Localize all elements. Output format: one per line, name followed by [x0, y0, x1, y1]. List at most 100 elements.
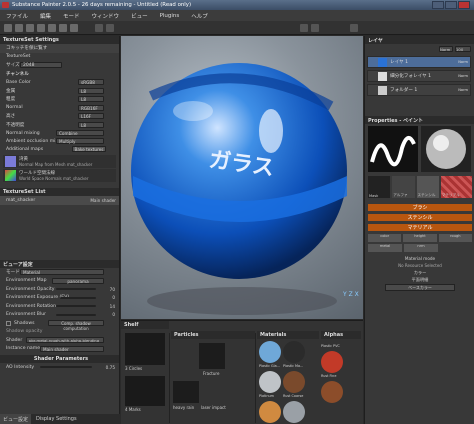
additional-map-item[interactable]: ワールド空間法線 World Space Normals mat_shacker [3, 169, 116, 182]
shadows-checkbox[interactable] [6, 320, 11, 326]
envmap-selector[interactable]: panorama [52, 277, 104, 284]
instance-label: Instance name [6, 346, 41, 352]
env-opacity-slider[interactable] [56, 288, 96, 290]
view-mode-icon[interactable] [300, 24, 308, 32]
material-name: Plastic PVC [321, 344, 340, 348]
menu-edit[interactable]: 編集 [40, 12, 51, 20]
slider-value[interactable]: 0 [112, 312, 115, 317]
layer-item[interactable]: レイヤ 1 Norm [367, 56, 471, 68]
slider-value[interactable]: 70 [110, 287, 115, 292]
env-exposure-slider[interactable] [60, 296, 96, 299]
texture-set-list-button[interactable]: コキッチを保に覧す [0, 44, 119, 53]
3d-viewport[interactable]: ガラス Y Z X [121, 36, 363, 319]
shader-parameters-title: Shader Parameters [0, 355, 119, 363]
layer-mode[interactable]: Norm [458, 60, 468, 64]
texture-set-list-item[interactable]: mat_shacker Main shader [0, 196, 119, 205]
opacity-field[interactable]: 100 [455, 46, 471, 52]
mirror-icon[interactable] [95, 24, 103, 32]
instance-name-field[interactable]: Main shader [40, 345, 104, 352]
paint-tool-icon[interactable] [4, 24, 12, 32]
menu-plugins[interactable]: Plugins [160, 13, 180, 19]
env-blur-slider[interactable] [56, 313, 96, 316]
screenshot-icon[interactable] [350, 24, 358, 32]
minimize-button[interactable] [432, 1, 444, 9]
brush-thumbnail[interactable] [125, 376, 165, 406]
tab-display-settings[interactable]: Display Settings [33, 414, 80, 424]
uniform-color-dropdown[interactable]: ベースカラー [385, 284, 455, 291]
channel-metal-button[interactable]: metal [368, 244, 402, 252]
material-swatch[interactable] [283, 371, 305, 393]
blend-mode-dropdown[interactable]: Norm [439, 46, 453, 52]
render-icon[interactable] [311, 24, 319, 32]
material-swatch[interactable] [321, 381, 343, 403]
stencil-slot[interactable]: ステンシル [416, 176, 439, 198]
material-section-bar[interactable]: マテリアル [368, 224, 472, 231]
brush-thumbnail[interactable] [125, 333, 165, 365]
slider-value[interactable]: 0 [112, 295, 115, 300]
brush-section-bar[interactable]: ブラシ [368, 204, 472, 211]
mode-dropdown[interactable]: Material [20, 269, 104, 275]
material-swatch[interactable] [259, 401, 281, 423]
additional-maps-row: Additional maps Bake textures [0, 145, 119, 154]
channel-color-button[interactable]: color [368, 234, 402, 242]
normal-mixing-row: Normal mixing Combine [0, 129, 119, 137]
camera-icon[interactable] [106, 24, 114, 32]
channel-format-dropdown[interactable]: L16F [78, 113, 104, 119]
shelf-title: Shelf [121, 321, 169, 329]
channel-format-dropdown[interactable]: L8 [78, 121, 104, 128]
bake-textures-button[interactable]: Bake textures [72, 146, 106, 152]
projection-tool-icon[interactable] [26, 24, 34, 32]
alphas-title: Alphas [321, 331, 361, 339]
menu-help[interactable]: ヘルプ [191, 12, 208, 20]
size-dropdown[interactable]: 2048 [20, 62, 62, 68]
channel-format-dropdown[interactable]: RGB16F [78, 104, 104, 111]
layer-mode[interactable]: Norm [458, 74, 468, 78]
shadow-computation-button[interactable]: Comp. shadow computation [48, 320, 104, 331]
channel-format-dropdown[interactable]: sRGB8 [78, 79, 104, 85]
layer-item[interactable]: 細分化フォレイヤ 1 Norm [367, 70, 471, 82]
alpha-slot[interactable]: アルファ [392, 176, 415, 198]
menu-view[interactable]: ビュー [131, 12, 148, 20]
material-swatch[interactable] [259, 341, 281, 363]
channel-height-button[interactable]: height [403, 234, 437, 242]
menu-bar: ファイル 編集 モード ウィンドウ ビュー Plugins ヘルプ [0, 10, 474, 21]
brush-name: 4 Marks [125, 407, 141, 412]
ao-mixing-dropdown[interactable]: Multiply [56, 138, 104, 144]
channel-nrm-button[interactable]: nrm [404, 244, 438, 252]
close-button[interactable] [458, 1, 470, 9]
polygon-fill-icon[interactable] [37, 24, 45, 32]
smudge-tool-icon[interactable] [48, 24, 56, 32]
texture-set-item-shader[interactable]: Main shader [90, 198, 116, 203]
layer-mode[interactable]: Norm [458, 88, 468, 92]
material-slot[interactable]: マテリアル [440, 176, 472, 198]
normal-mixing-dropdown[interactable]: Combine [56, 130, 104, 136]
clone-tool-icon[interactable] [59, 24, 67, 32]
channel-rough-button[interactable]: rough [438, 234, 472, 242]
shader-dropdown[interactable]: pbr-metal-rough-with-alpha-blending [26, 337, 104, 343]
layer-item[interactable]: フォルダー 1 Norm [367, 84, 471, 96]
particle-thumbnail[interactable] [199, 343, 225, 369]
material-swatch[interactable] [283, 401, 305, 423]
material-swatch[interactable] [283, 341, 305, 363]
material-swatch[interactable] [321, 351, 343, 373]
particle-thumbnail[interactable] [173, 381, 199, 403]
material-name: Platinum [259, 394, 274, 398]
menu-mode[interactable]: モード [63, 12, 80, 20]
picker-tool-icon[interactable] [70, 24, 78, 32]
material-swatch[interactable] [259, 371, 281, 393]
channel-format-dropdown[interactable]: L8 [78, 96, 104, 102]
menu-file[interactable]: ファイル [6, 12, 28, 20]
shader-label: Shader [6, 337, 23, 343]
additional-map-item[interactable]: 湾黄 Normal Map from Mesh mat_shacker [3, 155, 116, 168]
slider-value[interactable]: 14 [110, 304, 115, 309]
maximize-button[interactable] [445, 1, 457, 9]
eraser-tool-icon[interactable] [15, 24, 23, 32]
tab-viewer-settings[interactable]: ビュー設定 [0, 414, 32, 424]
ao-intensity-slider[interactable] [40, 366, 92, 368]
menu-window[interactable]: ウィンドウ [92, 12, 120, 20]
slider-value[interactable]: 0.75 [106, 365, 115, 370]
stencil-section-bar[interactable]: ステンシル [368, 214, 472, 221]
channel-format-dropdown[interactable]: L8 [78, 87, 104, 94]
env-rotation-slider[interactable] [56, 305, 96, 307]
mask-slot[interactable]: Mask [368, 176, 391, 198]
